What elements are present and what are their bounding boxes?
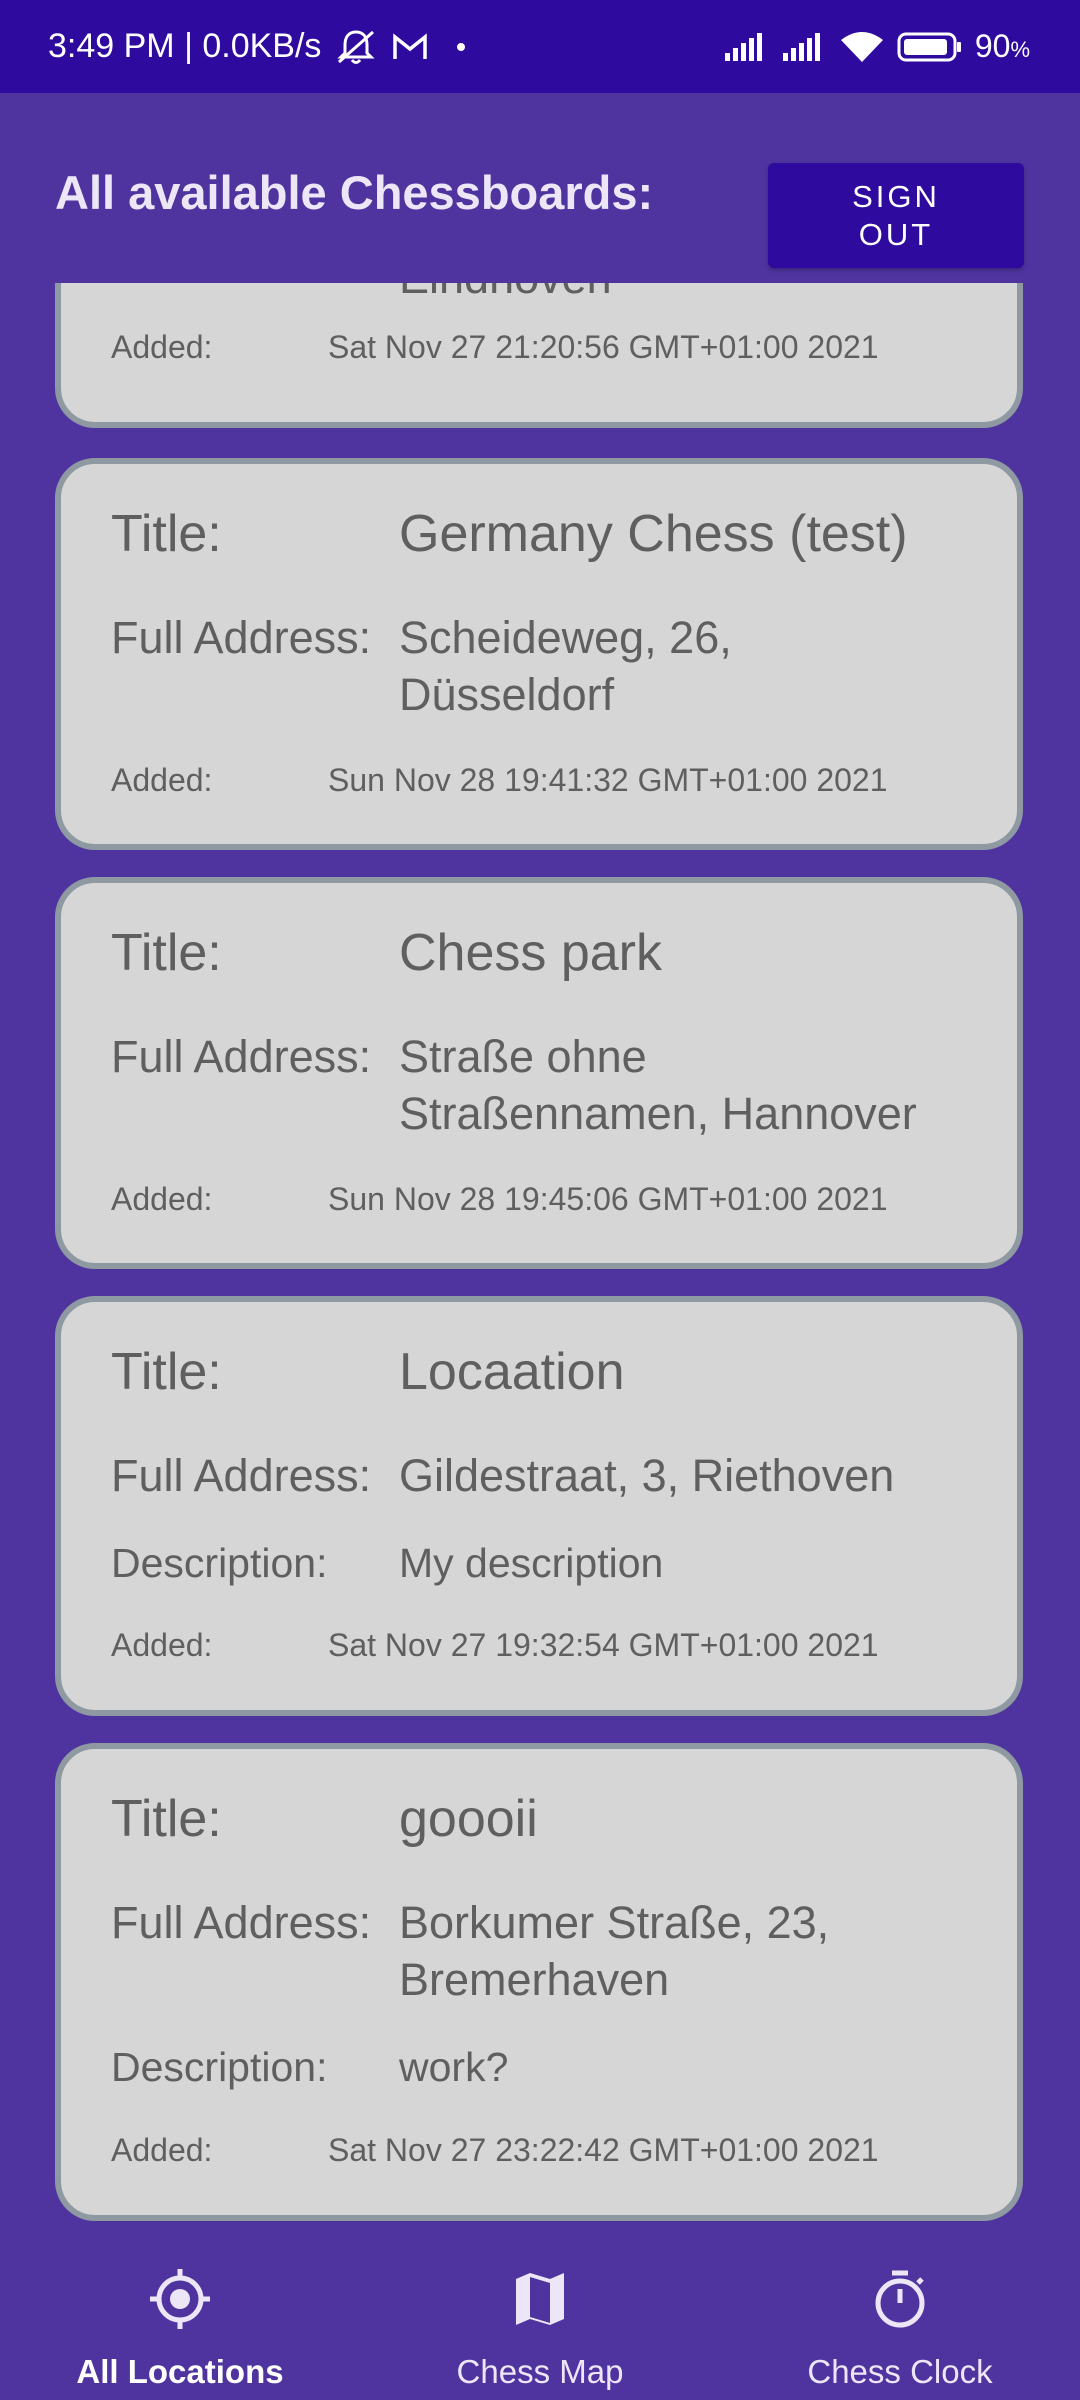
- nav-chess-map[interactable]: Chess Map: [360, 2245, 720, 2400]
- card-description-value: My description: [399, 1540, 664, 1586]
- card-title-row: Title: Germany Chess (test): [111, 504, 997, 564]
- card-added-label: Added:: [111, 1627, 213, 1663]
- card-address-value: Scheideweg, 26, Düsseldorf: [399, 612, 732, 720]
- nav-all-locations-label: All Locations: [76, 2353, 284, 2390]
- card-address-row: Full Address: Scheideweg, 26, Düsseldorf: [111, 609, 997, 723]
- mute-icon: [335, 28, 377, 66]
- sign-out-label-line1: SIGN: [852, 178, 940, 214]
- card-address-label: Full Address:: [111, 1031, 372, 1082]
- sign-out-button[interactable]: SIGN OUT: [768, 163, 1024, 268]
- status-left: 3:49 PM | 0.0KB/s: [48, 27, 473, 66]
- bottom-navigation: All Locations Chess Map Chess Clock: [0, 2245, 1080, 2400]
- signal-icon: [723, 31, 769, 63]
- card-title-label: Title:: [111, 1790, 222, 1848]
- card-title-row: Title: goooii: [111, 1789, 997, 1849]
- nav-chess-clock-label: Chess Clock: [807, 2353, 993, 2390]
- card-address-row: Eindhoven: [111, 283, 997, 306]
- card-added-value: Sun Nov 28 19:45:06 GMT+01:00 2021: [328, 1181, 888, 1217]
- card-description-label: Description:: [111, 2044, 328, 2090]
- card-title-value: Germany Chess (test): [399, 505, 908, 563]
- card-address-value: Gildestraat, 3, Riethoven: [399, 1450, 895, 1501]
- gmail-icon: [391, 32, 429, 62]
- card-added-label: Added:: [111, 2132, 213, 2168]
- card-added-row: Added: Sun Nov 28 19:45:06 GMT+01:00 202…: [111, 1181, 997, 1218]
- card-address-value: Borkumer Straße, 23, Bremerhaven: [399, 1897, 830, 2005]
- battery-level: 90%: [974, 28, 1030, 64]
- chessboard-list[interactable]: Eindhoven Added: Sat Nov 27 21:20:56 GMT…: [0, 283, 1080, 2245]
- card-added-label: Added:: [111, 1181, 213, 1217]
- nav-all-locations[interactable]: All Locations: [0, 2245, 360, 2400]
- card-title-row: Title: Chess park: [111, 923, 997, 983]
- sign-out-label-line2: OUT: [858, 216, 934, 252]
- card-title-label: Title:: [111, 924, 222, 982]
- card-address-value: Straße ohne Straßennamen, Hannover: [399, 1031, 917, 1139]
- card-added-row: Added: Sun Nov 28 19:41:32 GMT+01:00 202…: [111, 762, 997, 799]
- status-time-speed: 3:49 PM | 0.0KB/s: [48, 27, 322, 65]
- chessboard-card[interactable]: Title: Germany Chess (test) Full Address…: [55, 458, 1023, 850]
- card-added-value: Sat Nov 27 23:22:42 GMT+01:00 2021: [328, 2132, 879, 2168]
- wifi-icon: [839, 30, 885, 64]
- card-address-row: Full Address: Gildestraat, 3, Riethoven: [111, 1447, 997, 1504]
- status-right: 90%: [723, 28, 1030, 65]
- card-title-row: Title: Locaation: [111, 1342, 997, 1402]
- card-added-value: Sun Nov 28 19:41:32 GMT+01:00 2021: [328, 762, 888, 798]
- chessboard-card[interactable]: Title: goooii Full Address: Borkumer Str…: [55, 1743, 1023, 2221]
- chessboard-card[interactable]: Eindhoven Added: Sat Nov 27 21:20:56 GMT…: [55, 283, 1023, 428]
- card-added-row: Added: Sat Nov 27 23:22:42 GMT+01:00 202…: [111, 2132, 997, 2169]
- card-title-label: Title:: [111, 505, 222, 563]
- nav-chess-clock[interactable]: Chess Clock: [720, 2245, 1080, 2400]
- card-title-label: Title:: [111, 1343, 222, 1401]
- status-bar: 3:49 PM | 0.0KB/s 90%: [0, 0, 1080, 93]
- card-added-label: Added:: [111, 762, 213, 798]
- nav-chess-map-label: Chess Map: [456, 2353, 624, 2390]
- battery-icon: [897, 31, 963, 63]
- card-address-label: Full Address:: [111, 1897, 372, 1948]
- card-description-row: Description: work?: [111, 2044, 997, 2091]
- card-address-label: Full Address:: [111, 612, 372, 663]
- card-added-row: Added: Sat Nov 27 21:20:56 GMT+01:00 202…: [111, 329, 997, 366]
- card-added-label: Added:: [111, 329, 213, 365]
- card-added-value: Sat Nov 27 19:32:54 GMT+01:00 2021: [328, 1627, 879, 1663]
- dot-icon: [443, 40, 473, 54]
- map-icon: [508, 2267, 572, 2339]
- chessboard-card[interactable]: Title: Chess park Full Address: Straße o…: [55, 877, 1023, 1269]
- card-title-value: goooii: [399, 1790, 538, 1848]
- card-title-value: Locaation: [399, 1343, 625, 1401]
- card-address-label: Full Address:: [111, 1450, 372, 1501]
- card-added-value: Sat Nov 27 21:20:56 GMT+01:00 2021: [328, 329, 879, 365]
- chessboard-card[interactable]: Title: Locaation Full Address: Gildestra…: [55, 1296, 1023, 1716]
- card-description-row: Description: My description: [111, 1540, 997, 1587]
- page-title: All available Chessboards:: [55, 166, 654, 219]
- card-description-value: work?: [399, 2044, 509, 2090]
- stopwatch-icon: [868, 2267, 932, 2339]
- signal-icon: [781, 31, 827, 63]
- card-description-label: Description:: [111, 1540, 328, 1586]
- card-address-value: Eindhoven: [399, 283, 997, 306]
- card-title-value: Chess park: [399, 924, 662, 982]
- location-target-icon: [148, 2267, 212, 2339]
- card-address-row: Full Address: Borkumer Straße, 23, Breme…: [111, 1894, 997, 2008]
- card-added-row: Added: Sat Nov 27 19:32:54 GMT+01:00 202…: [111, 1627, 997, 1664]
- card-address-row: Full Address: Straße ohne Straßennamen, …: [111, 1028, 997, 1142]
- header: All available Chessboards: SIGN OUT: [0, 93, 1080, 283]
